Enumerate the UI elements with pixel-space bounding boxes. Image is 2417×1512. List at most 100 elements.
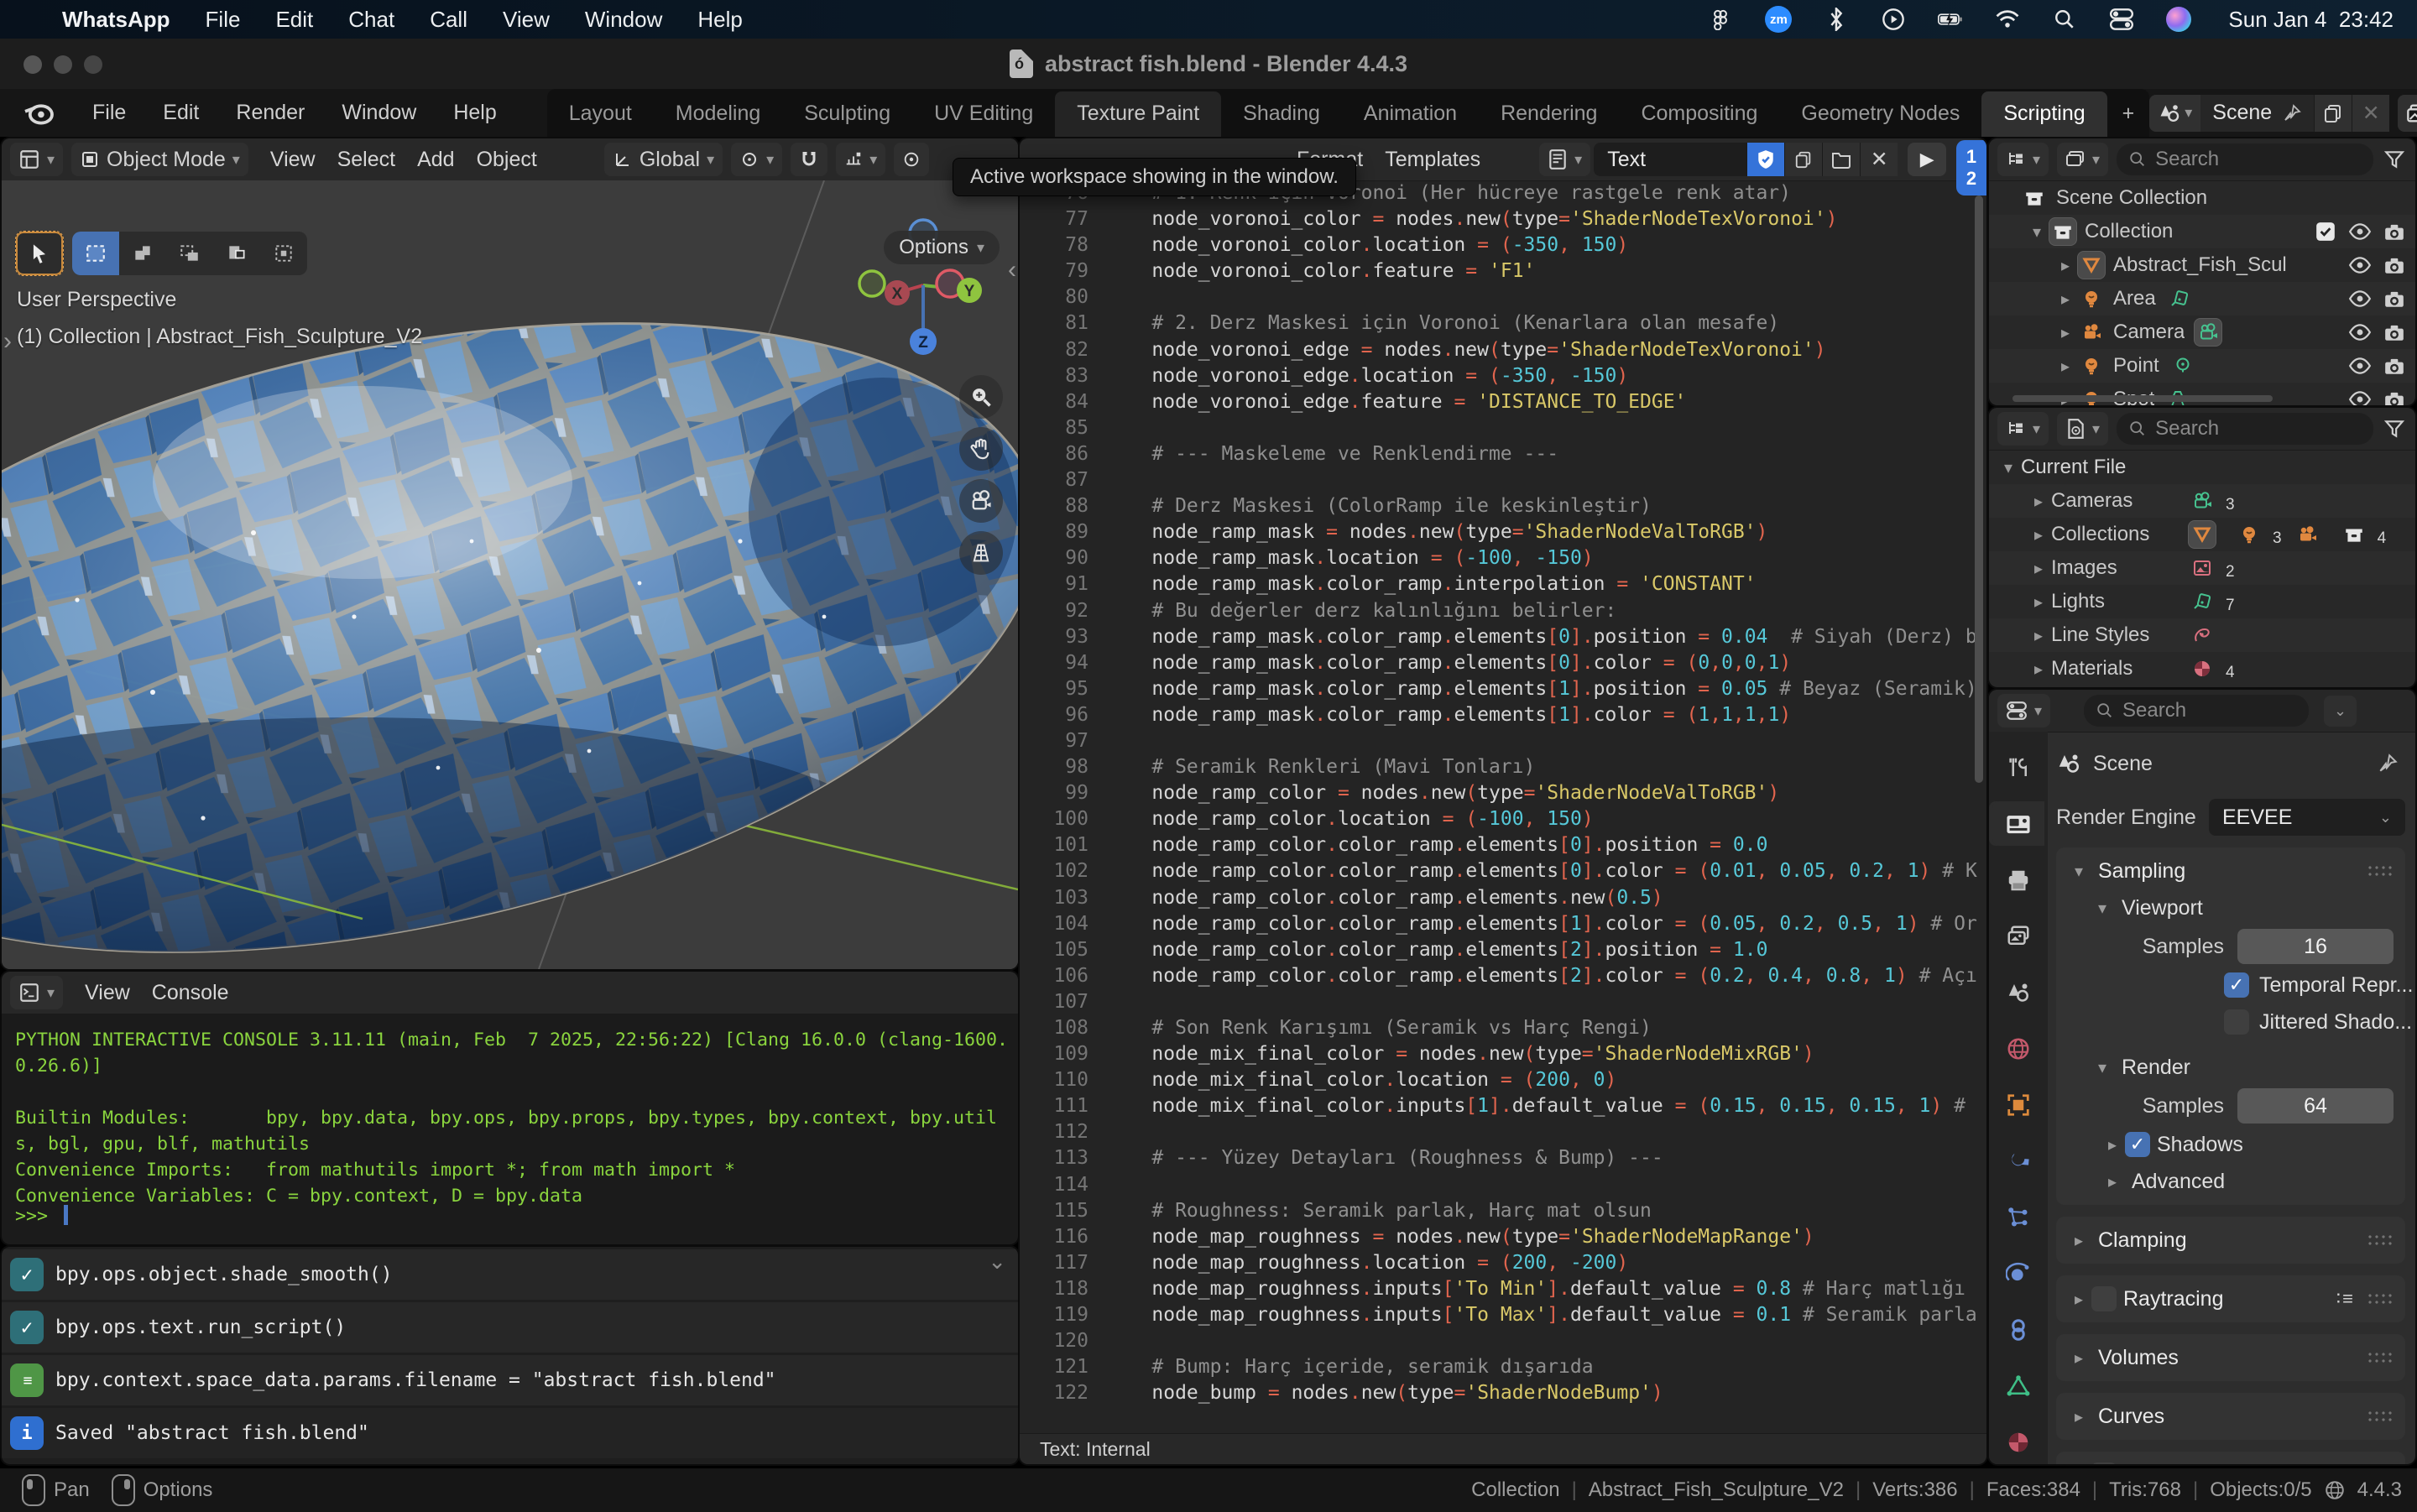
- viewport-subpanel-header[interactable]: ▾Viewport: [2056, 889, 2405, 926]
- blender-menu-window[interactable]: Window: [342, 101, 416, 125]
- tab-animation[interactable]: Animation: [1342, 91, 1479, 137]
- console-editor-type-button[interactable]: ▾: [10, 976, 63, 1009]
- outliner2-display-mode[interactable]: ▾: [1997, 412, 2049, 446]
- info-log-row[interactable]: ≡bpy.context.space_data.params.filename …: [2, 1355, 1018, 1405]
- outliner-row-area[interactable]: ▸Area: [1989, 282, 2415, 315]
- filter-funnel-icon[interactable]: [2383, 418, 2405, 440]
- grid-view-icon[interactable]: [959, 531, 1003, 575]
- unlink-text-button[interactable]: ✕: [1860, 143, 1898, 176]
- mode-selector[interactable]: Object Mode ▾: [71, 143, 248, 176]
- tab-modeling[interactable]: Modeling: [654, 91, 782, 137]
- hide-viewport-eye-icon[interactable]: [2348, 222, 2372, 242]
- hide-viewport-eye-icon[interactable]: [2348, 356, 2372, 376]
- viewport-options-button[interactable]: Options▾: [884, 231, 1000, 264]
- render-subpanel-header[interactable]: ▾Render: [2056, 1049, 2405, 1086]
- tab-scripting[interactable]: Scripting: [1981, 91, 2106, 137]
- unlink-scene-button[interactable]: ✕: [2352, 95, 2389, 132]
- blend-file-search-input[interactable]: Search: [2117, 413, 2373, 445]
- outliner-filter-type[interactable]: ▾: [2057, 143, 2108, 176]
- viewlayer-browse-icon[interactable]: ▾: [2398, 95, 2417, 132]
- expander-icon[interactable]: ▸: [2053, 356, 2078, 377]
- select-box-extend-button[interactable]: [119, 232, 166, 275]
- new-scene-button[interactable]: [2314, 95, 2352, 132]
- hide-render-camera-icon[interactable]: [2383, 322, 2405, 342]
- viewport-menu-view[interactable]: View: [270, 148, 316, 172]
- checkbox[interactable]: ✓: [2125, 1132, 2150, 1157]
- viewport-samples-field[interactable]: 16: [2237, 929, 2394, 964]
- macos-menu-chat[interactable]: Chat: [348, 7, 394, 33]
- list-icon[interactable]: ∶≡: [2336, 1288, 2355, 1310]
- select-box-intersect-button[interactable]: [260, 232, 307, 275]
- blend-file-row-lights[interactable]: ▸Lights7: [1989, 585, 2415, 618]
- menubar-clock[interactable]: Sun Jan 4 23:42: [2228, 7, 2394, 33]
- wifi-icon[interactable]: [1995, 7, 2020, 32]
- tab-layout[interactable]: Layout: [547, 91, 654, 137]
- blend-file-row-cameras[interactable]: ▸Cameras3: [1989, 484, 2415, 518]
- checkbox[interactable]: [2224, 1009, 2249, 1035]
- macos-menu-call[interactable]: Call: [430, 7, 467, 33]
- panel-volumes-header[interactable]: ▸Volumes: [2056, 1339, 2405, 1376]
- properties-options-chevron[interactable]: ⌄: [2324, 696, 2357, 727]
- outliner-row-scene-collection[interactable]: Scene Collection: [1989, 181, 2415, 215]
- run-script-button[interactable]: ▶: [1908, 143, 1946, 176]
- panel-raytracing-header[interactable]: ▸Raytracing∶≡: [2056, 1280, 2405, 1317]
- zoom-view-icon[interactable]: [959, 375, 1003, 419]
- scrollbar[interactable]: [1975, 196, 1983, 783]
- pin-icon[interactable]: [2282, 103, 2302, 123]
- outliner-row-collection[interactable]: ▾Collection: [1989, 215, 2415, 248]
- tweak-tool-button[interactable]: [15, 231, 64, 276]
- snapping-dropdown[interactable]: ▾: [836, 143, 885, 176]
- macos-menu-help[interactable]: Help: [697, 7, 742, 33]
- properties-tab-object-data-icon[interactable]: [1992, 1363, 2044, 1408]
- hide-viewport-eye-icon[interactable]: [2348, 389, 2372, 405]
- playback-icon[interactable]: [1881, 7, 1906, 32]
- fake-user-shield-button[interactable]: [1746, 143, 1784, 176]
- blender-menu-help[interactable]: Help: [453, 101, 496, 125]
- outliner-row-camera[interactable]: ▸Camera: [1989, 315, 2415, 349]
- snap-magnet-button[interactable]: [791, 143, 827, 176]
- proportional-editing-button[interactable]: [894, 143, 929, 176]
- properties-tab-render-icon[interactable]: [1992, 801, 2044, 846]
- text-datablock-browse[interactable]: ▾: [1539, 143, 1590, 176]
- properties-tab-output-icon[interactable]: [1992, 858, 2044, 902]
- tab-geometry-nodes[interactable]: Geometry Nodes: [1779, 91, 1981, 137]
- info-log-row[interactable]: iSaved "abstract fish.blend": [2, 1408, 1018, 1458]
- properties-tab-world-icon[interactable]: [1992, 1026, 2044, 1071]
- region-expand-left-icon[interactable]: ›: [3, 327, 12, 356]
- viewport-menu-add[interactable]: Add: [417, 148, 454, 172]
- properties-tab-tool-icon[interactable]: [1992, 745, 2044, 790]
- open-text-button[interactable]: [1822, 143, 1860, 176]
- properties-tab-particles-icon[interactable]: [1992, 1195, 2044, 1239]
- properties-editor-type[interactable]: ▾: [1997, 694, 2050, 727]
- region-collapse-right-icon[interactable]: ‹: [1008, 256, 1016, 284]
- properties-tab-scene-icon[interactable]: [1992, 970, 2044, 1014]
- outliner-row-abstract-fish-scul[interactable]: ▸Abstract_Fish_Scul: [1989, 248, 2415, 282]
- render-samples-field[interactable]: 64: [2237, 1088, 2394, 1124]
- viewport-menu-object[interactable]: Object: [477, 148, 537, 172]
- spotlight-icon[interactable]: [2052, 7, 2077, 32]
- blend-file-row-images[interactable]: ▸Images2: [1989, 551, 2415, 585]
- properties-tab-modifiers-icon[interactable]: [1992, 1139, 2044, 1183]
- navigation-gizmo[interactable]: X Y Z: [852, 206, 994, 365]
- add-workspace-button[interactable]: +: [2107, 91, 2150, 137]
- viewport-menu-select[interactable]: Select: [337, 148, 395, 172]
- macos-menu-view[interactable]: View: [503, 7, 550, 33]
- blend-file-row-line-styles[interactable]: ▸Line Styles: [1989, 618, 2415, 652]
- expander-icon[interactable]: ▸: [2026, 659, 2051, 680]
- selectability-checkbox[interactable]: [2315, 221, 2336, 242]
- scene-name[interactable]: Scene: [2212, 101, 2272, 125]
- select-box-invert-button[interactable]: [213, 232, 260, 275]
- panel-clamping-header[interactable]: ▸Clamping: [2056, 1222, 2405, 1259]
- expander-icon[interactable]: ▸: [2026, 524, 2051, 545]
- hide-viewport-eye-icon[interactable]: [2348, 322, 2372, 342]
- gizmo-minus-x[interactable]: [859, 271, 885, 296]
- macos-menu-file[interactable]: File: [206, 7, 241, 33]
- filter-funnel-icon[interactable]: [2383, 149, 2405, 170]
- scene-browse-icon[interactable]: ▾: [2149, 95, 2200, 132]
- hide-viewport-eye-icon[interactable]: [2348, 289, 2372, 309]
- expander-icon[interactable]: ▸: [2026, 558, 2051, 579]
- tab-sculpting[interactable]: Sculpting: [782, 91, 912, 137]
- checkbox[interactable]: [2091, 1462, 2117, 1464]
- hide-render-camera-icon[interactable]: [2383, 222, 2405, 242]
- expander-icon[interactable]: ▸: [2053, 289, 2078, 310]
